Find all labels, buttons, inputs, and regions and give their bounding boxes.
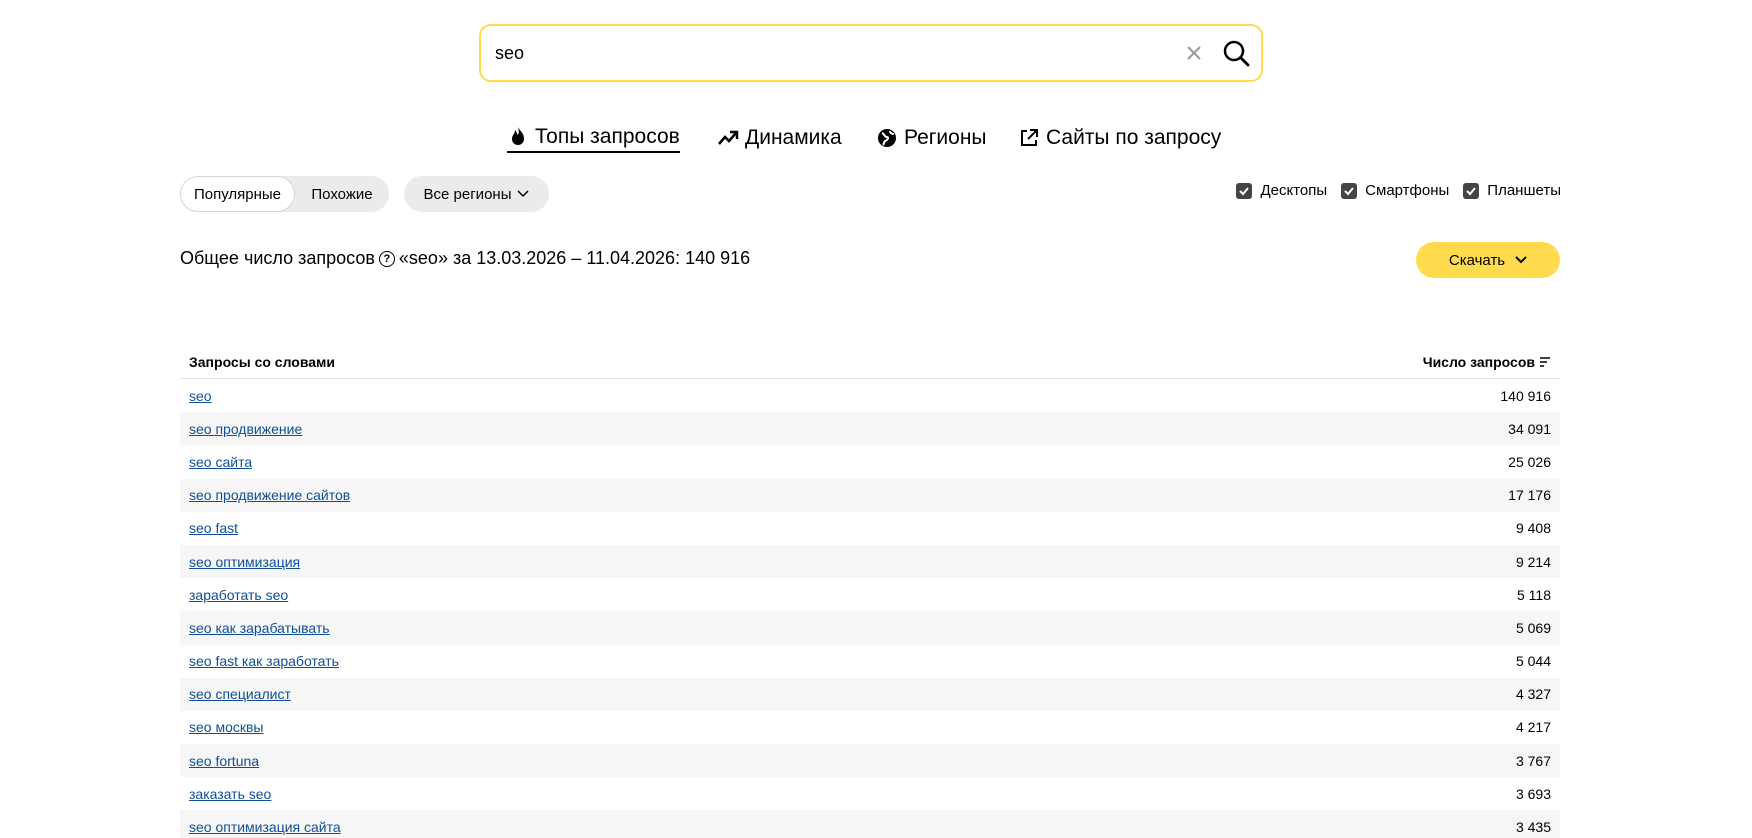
checkbox[interactable] (1236, 182, 1253, 199)
summary-label: Общее число запросов (180, 248, 375, 268)
download-button[interactable]: Скачать (1416, 242, 1560, 278)
device-smartphone[interactable]: Смартфоны (1341, 182, 1449, 199)
query-link[interactable]: seo fast как заработать (189, 653, 339, 669)
column-count-label: Число запросов (1422, 354, 1535, 370)
table-row: seo сайта 25 026 (180, 445, 1560, 478)
segment-popular[interactable]: Популярные (180, 176, 295, 212)
checkbox[interactable] (1463, 182, 1480, 199)
device-label: Планшеты (1487, 182, 1561, 199)
query-link[interactable]: seo оптимизация сайта (189, 819, 341, 835)
query-link[interactable]: заработать seo (189, 587, 288, 603)
column-query: Запросы со словами (189, 354, 336, 370)
check-icon (1466, 186, 1477, 195)
table-row: заработать seo 5 118 (180, 578, 1560, 611)
query-count: 5 044 (1515, 653, 1551, 670)
query-link[interactable]: seo продвижение сайтов (189, 487, 350, 503)
query-count: 5 069 (1515, 619, 1551, 636)
query-link[interactable]: seo продвижение (189, 421, 302, 437)
query-link[interactable]: seo fortuna (189, 753, 259, 769)
region-label: Все регионы (423, 185, 512, 203)
table-row: seo москвы 4 217 (180, 711, 1560, 744)
table-row: seo как зарабатывать 5 069 (180, 611, 1560, 645)
table-row: seo специалист 4 327 (180, 677, 1560, 711)
table-row: seo fast 9 408 (180, 512, 1560, 545)
table-row: seo оптимизация сайта 3 435 (180, 810, 1560, 838)
table-body: seo 140 916 seo продвижение 34 091 seo сайта… (180, 379, 1560, 838)
tab-dynamics[interactable]: Динамика (717, 122, 842, 154)
search-box[interactable] (479, 24, 1263, 82)
query-count: 34 091 (1508, 420, 1551, 437)
query-count: 9 408 (1515, 520, 1551, 537)
queries-table: Запросы со словами Число запросов seo 140… (180, 346, 1560, 838)
table-row: seo продвижение сайтов 17 176 (180, 478, 1560, 512)
query-count: 25 026 (1508, 453, 1551, 470)
query-count: 4 327 (1515, 686, 1551, 703)
trend-up-icon (718, 130, 739, 145)
query-count: 9 214 (1515, 553, 1551, 570)
device-label: Смартфоны (1365, 182, 1450, 199)
device-filters: Десктопы Смартфоны Планшеты (1236, 182, 1561, 199)
table-row: seo fortuna 3 767 (180, 744, 1560, 778)
query-count: 140 916 (1500, 387, 1551, 404)
query-count: 3 767 (1515, 752, 1551, 769)
segment-label: Похожие (311, 185, 373, 203)
query-count: 17 176 (1508, 487, 1551, 504)
query-count: 3 693 (1515, 785, 1551, 802)
tabs: Топы запросов Динамика Регионы Сайты по … (0, 122, 1752, 154)
query-link[interactable]: seo (189, 388, 212, 404)
chevron-down-icon (517, 190, 530, 198)
search-icon[interactable] (1221, 38, 1251, 68)
globe-icon (878, 129, 896, 147)
tab-label: Топы запросов (535, 124, 680, 148)
check-icon (1239, 186, 1250, 195)
check-icon (1344, 186, 1354, 195)
table-row: seo оптимизация 9 214 (180, 544, 1560, 579)
summary-value: «seo» за 13.03.2026 – 11.04.2026: 140 91… (398, 248, 751, 268)
device-desktop[interactable]: Десктопы (1236, 182, 1327, 199)
fire-icon (512, 126, 524, 145)
tab-label: Сайты по запросу (1046, 126, 1222, 149)
query-link[interactable]: seo fast (189, 520, 238, 536)
chevron-down-icon (1515, 256, 1527, 264)
segment-toggle: Популярные Похожие (180, 176, 389, 212)
query-link[interactable]: seo специалист (189, 686, 291, 702)
segment-label: Популярные (193, 185, 282, 203)
device-tablet[interactable]: Планшеты (1463, 182, 1561, 199)
query-link[interactable]: seo как зарабатывать (189, 620, 330, 636)
device-label: Десктопы (1260, 182, 1328, 199)
sort-icon (1540, 357, 1550, 367)
table-header: Запросы со словами Число запросов (180, 346, 1560, 379)
query-link[interactable]: seo сайта (189, 454, 252, 470)
table-row: заказать seo 3 693 (180, 777, 1560, 810)
clear-icon[interactable] (1182, 41, 1206, 65)
total-summary: Общее число запросов ? «seo» за 13.03.20… (180, 248, 750, 269)
download-label: Скачать (1448, 251, 1506, 269)
query-count: 3 435 (1515, 819, 1551, 836)
query-count: 5 118 (1517, 586, 1551, 603)
tab-label: Регионы (904, 126, 987, 149)
tab-sites[interactable]: Сайты по запросу (1018, 122, 1221, 154)
checkbox[interactable] (1341, 182, 1358, 199)
tab-regions[interactable]: Регионы (876, 122, 987, 154)
tab-top-queries[interactable]: Топы запросов (507, 122, 680, 153)
table-row: seo продвижение 34 091 (180, 412, 1560, 446)
table-row: seo 140 916 (180, 379, 1560, 412)
query-count: 4 217 (1515, 719, 1551, 736)
help-icon[interactable]: ? (378, 250, 395, 267)
region-dropdown[interactable]: Все регионы (404, 176, 549, 212)
search-input[interactable] (495, 26, 1135, 80)
table-row: seo fast как заработать 5 044 (180, 645, 1560, 678)
column-count[interactable]: Число запросов (1423, 354, 1551, 370)
external-link-icon (1021, 129, 1038, 146)
query-link[interactable]: seo оптимизация (189, 554, 300, 570)
query-link[interactable]: seo москвы (189, 719, 264, 735)
query-link[interactable]: заказать seo (189, 786, 271, 802)
segment-similar[interactable]: Похожие (295, 176, 389, 212)
tab-label: Динамика (745, 126, 842, 149)
